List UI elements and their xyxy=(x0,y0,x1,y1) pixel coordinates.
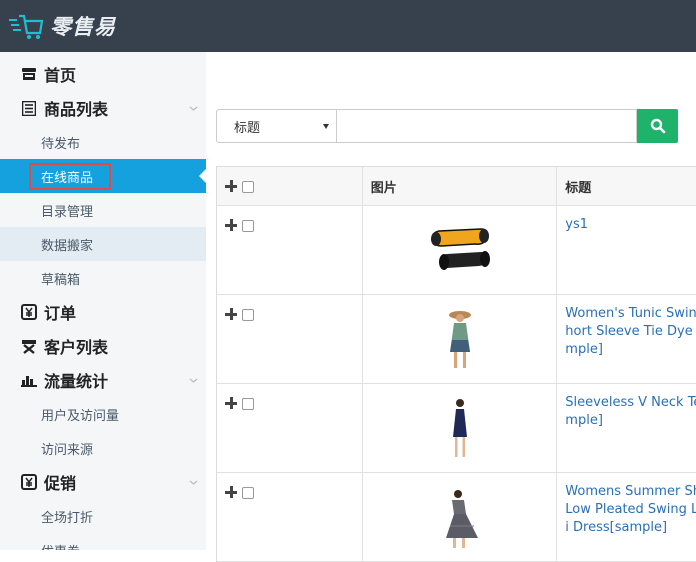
table-row: ys1 xyxy=(217,206,696,295)
header-select-cell xyxy=(217,167,363,205)
sidebar-item-label: 用户及访问量 xyxy=(41,408,120,424)
sidebar-item-label: 客户列表 xyxy=(44,338,109,357)
store-icon xyxy=(20,65,38,83)
row-checkbox[interactable] xyxy=(242,308,254,321)
logo[interactable]: 零售易 xyxy=(8,11,116,41)
products-table: 图片 标题 ys1 Women's Tunic Swin hort Sleeve… xyxy=(216,166,696,562)
cart-logo-icon xyxy=(9,14,44,39)
expand-icon[interactable] xyxy=(225,397,238,410)
top-bar: 零售易 xyxy=(0,0,696,52)
table-row: Sleeveless V Neck Te mple] xyxy=(217,384,696,473)
sidebar-item-drafts[interactable]: 草稿箱 xyxy=(0,261,206,295)
sidebar-item-label: 全场打折 xyxy=(41,510,94,526)
row-checkbox[interactable] xyxy=(242,397,254,410)
chevron-down-icon xyxy=(189,378,198,383)
sidebar-item-label: 在线商品 xyxy=(41,170,94,186)
order-icon xyxy=(20,303,38,321)
chevron-down-icon xyxy=(189,480,198,485)
sidebar-item-label: 优惠券 xyxy=(41,541,80,551)
product-image-tunic-dress[interactable] xyxy=(363,295,558,384)
sidebar-item-label: 数据搬家 xyxy=(41,238,94,254)
sidebar-item-promotions[interactable]: 促销 xyxy=(0,465,206,499)
search-bar: 标题 xyxy=(216,109,696,143)
sidebar-item-label: 商品列表 xyxy=(44,100,109,119)
column-header-image: 图片 xyxy=(363,167,558,205)
sidebar-item-home[interactable]: 首页 xyxy=(0,57,206,91)
search-field-select[interactable]: 标题 xyxy=(216,109,337,143)
expand-icon[interactable] xyxy=(225,486,238,499)
sidebar-item-label: 促销 xyxy=(44,474,77,493)
sidebar-item-online-products[interactable]: 在线商品 xyxy=(0,159,206,193)
table-row: Womens Summer Sh Low Pleated Swing Lo i … xyxy=(217,473,696,562)
chevron-down-icon xyxy=(189,106,198,111)
table-row: Women's Tunic Swing hort Sleeve Tie Dye … xyxy=(217,295,696,384)
expand-all-icon[interactable] xyxy=(225,180,238,193)
logo-text: 零售易 xyxy=(50,15,116,39)
product-title-link[interactable]: Sleeveless V Neck Te mple] xyxy=(565,394,696,430)
select-all-checkbox[interactable] xyxy=(242,180,254,193)
sidebar-item-data-migration[interactable]: 数据搬家 xyxy=(0,227,206,261)
row-checkbox[interactable] xyxy=(242,219,254,232)
customer-icon xyxy=(20,337,38,355)
sidebar-item-label: 首页 xyxy=(44,66,77,85)
sidebar-item-traffic[interactable]: 流量统计 xyxy=(0,363,206,397)
sidebar-item-label: 目录管理 xyxy=(41,204,94,220)
chart-icon xyxy=(20,371,38,389)
sidebar-item-store-discount[interactable]: 全场打折 xyxy=(0,499,206,533)
product-image-summer-dress[interactable] xyxy=(363,473,558,562)
sidebar-item-customers[interactable]: 客户列表 xyxy=(0,329,206,363)
sidebar-item-label: 待发布 xyxy=(41,136,81,152)
search-button[interactable] xyxy=(637,109,678,143)
expand-icon[interactable] xyxy=(225,219,238,232)
sidebar-item-pending[interactable]: 待发布 xyxy=(0,125,206,159)
sidebar-item-label: 访问来源 xyxy=(41,442,94,458)
sidebar-item-traffic-sources[interactable]: 访问来源 xyxy=(0,431,206,465)
product-title-link[interactable]: Womens Summer Sh Low Pleated Swing Lo i … xyxy=(565,483,696,537)
main-content: 标题 图片 标题 ys1 Women's Tunic Swin hort Sle… xyxy=(206,52,696,562)
table-header: 图片 标题 xyxy=(217,167,696,206)
sidebar-item-label: 订单 xyxy=(44,304,77,323)
sidebar: 首页 商品列表 待发布 在线商品 目录管理 数据搬家 草稿箱 订单 客户列表 流… xyxy=(0,52,206,550)
product-title-link[interactable]: ys1 xyxy=(565,216,696,234)
caret-down-icon xyxy=(323,124,329,129)
search-icon xyxy=(650,118,665,134)
row-checkbox[interactable] xyxy=(242,486,254,499)
sidebar-item-catalog[interactable]: 目录管理 xyxy=(0,193,206,227)
sidebar-item-coupons[interactable]: 优惠券 xyxy=(0,533,206,551)
product-image-sleeveless-dress[interactable] xyxy=(363,384,558,473)
sidebar-item-products[interactable]: 商品列表 xyxy=(0,91,206,125)
promo-icon xyxy=(20,473,38,491)
sidebar-item-label: 流量统计 xyxy=(44,372,109,391)
product-title-link[interactable]: Women's Tunic Swing hort Sleeve Tie Dye … xyxy=(565,305,696,359)
expand-icon[interactable] xyxy=(225,308,238,321)
sidebar-item-orders[interactable]: 订单 xyxy=(0,295,206,329)
product-image-hoverboard[interactable] xyxy=(363,206,558,295)
search-field-value: 标题 xyxy=(234,120,261,136)
sidebar-item-users-visits[interactable]: 用户及访问量 xyxy=(0,397,206,431)
sidebar-item-label: 草稿箱 xyxy=(41,272,81,288)
list-icon xyxy=(20,99,38,117)
search-input[interactable] xyxy=(337,109,637,143)
column-header-title: 标题 xyxy=(565,180,592,196)
